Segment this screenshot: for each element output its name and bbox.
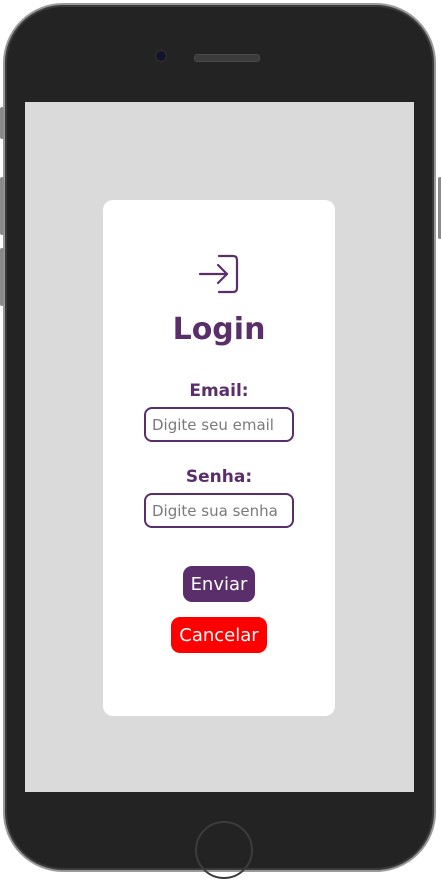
email-label: Email:: [189, 381, 249, 401]
volume-up-button: [0, 177, 4, 235]
app-screen: Login Email: Senha: Enviar Cancelar: [25, 102, 414, 792]
password-label: Senha:: [185, 467, 253, 487]
login-icon: [198, 254, 239, 294]
login-card: Login Email: Senha: Enviar Cancelar: [103, 200, 335, 716]
earpiece-speaker: [194, 54, 260, 62]
password-field[interactable]: [144, 493, 294, 528]
volume-down-button: [0, 248, 4, 306]
cancel-button[interactable]: Cancelar: [171, 617, 267, 653]
silent-switch: [0, 107, 4, 139]
submit-button[interactable]: Enviar: [182, 566, 256, 602]
page-title: Login: [172, 312, 266, 347]
home-button[interactable]: [195, 821, 253, 879]
email-field[interactable]: [144, 407, 294, 442]
front-camera: [155, 50, 167, 62]
